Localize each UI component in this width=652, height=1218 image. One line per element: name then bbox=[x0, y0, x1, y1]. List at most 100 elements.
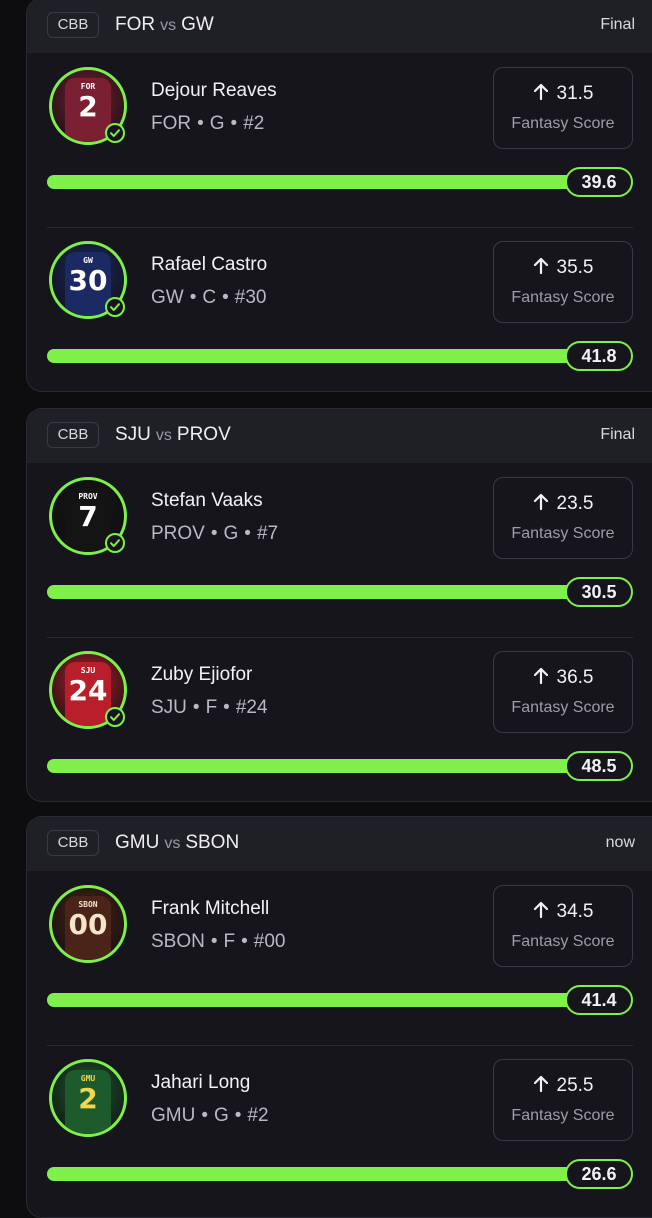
jersey-number: 7 bbox=[78, 500, 98, 533]
line-value: 36.5 bbox=[556, 667, 594, 688]
line-value: 23.5 bbox=[556, 493, 594, 514]
progress-fill bbox=[47, 175, 617, 189]
pick-results-screen: CBB FOR vs GW Final FOR 2 Dejour Reaves FOR • G • #2… bbox=[0, 0, 652, 1218]
arrow-up-icon bbox=[533, 493, 548, 511]
game-card[interactable]: CBB SJU vs PROV Final PROV 7 Stefan Vaaks PROV • G… bbox=[26, 408, 652, 802]
player-team: FOR bbox=[151, 113, 192, 134]
separator: • bbox=[241, 931, 248, 952]
player-number: #24 bbox=[235, 697, 268, 718]
vs-label: vs bbox=[155, 427, 172, 444]
team-b: SBON bbox=[185, 832, 240, 853]
actual-score-pill: 30.5 bbox=[565, 577, 633, 607]
player-number: #2 bbox=[247, 1105, 269, 1126]
line-value: 25.5 bbox=[556, 1075, 594, 1096]
actual-score-pill: 41.4 bbox=[565, 985, 633, 1015]
league-badge: CBB bbox=[47, 422, 99, 448]
stat-type-label: Fantasy Score bbox=[511, 525, 615, 542]
projection-box[interactable]: 35.5 Fantasy Score bbox=[493, 241, 633, 323]
projection-line: 23.5 bbox=[494, 492, 632, 516]
player-pick-row[interactable]: SBON 00 Frank Mitchell SBON • F • #00 34.5 Fantas… bbox=[27, 871, 652, 1045]
row-divider bbox=[47, 637, 633, 638]
player-team: GW bbox=[151, 287, 184, 308]
arrow-up-icon bbox=[533, 901, 548, 919]
player-team: SBON bbox=[151, 931, 205, 952]
progress-fill bbox=[47, 349, 617, 363]
stat-type-label: Fantasy Score bbox=[511, 699, 615, 716]
team-a: SJU bbox=[115, 424, 151, 445]
arrow-up-icon bbox=[533, 257, 548, 275]
player-position: F bbox=[205, 697, 218, 718]
player-position: G bbox=[209, 113, 225, 134]
projection-box[interactable]: 23.5 Fantasy Score bbox=[493, 477, 633, 559]
actual-score-pill: 26.6 bbox=[565, 1159, 633, 1189]
game-header: CBB GMU vs SBON now bbox=[27, 817, 652, 871]
actual-score-pill: 41.8 bbox=[565, 341, 633, 371]
league-badge: CBB bbox=[47, 12, 99, 38]
jersey-icon: SBON 00 bbox=[65, 896, 111, 960]
game-header: CBB SJU vs PROV Final bbox=[27, 409, 652, 463]
player-meta: PROV • G • #7 bbox=[151, 522, 278, 546]
player-pick-row[interactable]: GW 30 Rafael Castro GW • C • #30 35.5 Fantasy Sco… bbox=[27, 227, 652, 391]
separator: • bbox=[192, 697, 200, 718]
progress-fill bbox=[47, 585, 617, 599]
projection-box[interactable]: 36.5 Fantasy Score bbox=[493, 651, 633, 733]
jersey-number: 30 bbox=[68, 264, 108, 297]
jersey-number: 00 bbox=[68, 908, 108, 941]
progress-fill bbox=[47, 993, 617, 1007]
checkmark-icon bbox=[105, 123, 125, 143]
game-card[interactable]: CBB FOR vs GW Final FOR 2 Dejour Reaves FOR • G • #2… bbox=[26, 0, 652, 392]
projection-box[interactable]: 34.5 Fantasy Score bbox=[493, 885, 633, 967]
line-value: 35.5 bbox=[556, 257, 594, 278]
player-name[interactable]: Rafael Castro bbox=[151, 253, 267, 277]
matchup-title: FOR vs GW bbox=[115, 12, 214, 39]
player-pick-row[interactable]: PROV 7 Stefan Vaaks PROV • G • #7 23.5 Fantasy Sc… bbox=[27, 463, 652, 637]
separator: • bbox=[223, 697, 230, 718]
team-a: GMU bbox=[115, 832, 160, 853]
player-number: #30 bbox=[234, 287, 267, 308]
team-b: PROV bbox=[176, 424, 231, 445]
player-meta: GMU • G • #2 bbox=[151, 1104, 269, 1128]
stat-type-label: Fantasy Score bbox=[511, 933, 615, 950]
progress-track bbox=[47, 585, 617, 599]
player-pick-row[interactable]: SJU 24 Zuby Ejiofor SJU • F • #24 36.5 Fantasy Sc… bbox=[27, 637, 652, 801]
separator: • bbox=[189, 287, 197, 308]
matchup-title: SJU vs PROV bbox=[115, 422, 231, 449]
projection-box[interactable]: 25.5 Fantasy Score bbox=[493, 1059, 633, 1141]
game-status: Final bbox=[600, 426, 635, 443]
jersey-number: 24 bbox=[68, 674, 108, 707]
projection-line: 35.5 bbox=[494, 256, 632, 280]
separator: • bbox=[201, 1105, 208, 1126]
separator: • bbox=[244, 523, 251, 544]
jersey-number: 2 bbox=[78, 1082, 98, 1115]
stat-type-label: Fantasy Score bbox=[511, 1107, 615, 1124]
player-avatar: GMU 2 bbox=[49, 1059, 127, 1137]
matchup-title: GMU vs SBON bbox=[115, 830, 239, 857]
vs-label: vs bbox=[164, 835, 181, 852]
game-card[interactable]: CBB GMU vs SBON now SBON 00 Frank Mitchell SBON •… bbox=[26, 816, 652, 1218]
player-team: PROV bbox=[151, 523, 205, 544]
jersey-icon: GMU 2 bbox=[65, 1070, 111, 1134]
row-divider bbox=[47, 1045, 633, 1046]
separator: • bbox=[197, 113, 204, 134]
player-team: GMU bbox=[151, 1105, 196, 1126]
line-value: 34.5 bbox=[556, 901, 594, 922]
projection-box[interactable]: 31.5 Fantasy Score bbox=[493, 67, 633, 149]
player-name[interactable]: Dejour Reaves bbox=[151, 79, 277, 103]
projection-line: 25.5 bbox=[494, 1074, 632, 1098]
player-pick-row[interactable]: FOR 2 Dejour Reaves FOR • G • #2 31.5 Fantasy Sco… bbox=[27, 53, 652, 227]
progress-fill bbox=[47, 759, 617, 773]
player-name[interactable]: Frank Mitchell bbox=[151, 897, 269, 921]
player-pick-row[interactable]: GMU 2 Jahari Long GMU • G • #2 25.5 Fantasy Score… bbox=[27, 1045, 652, 1217]
actual-score-pill: 48.5 bbox=[565, 751, 633, 781]
player-name[interactable]: Jahari Long bbox=[151, 1071, 250, 1095]
player-avatar: SBON 00 bbox=[49, 885, 127, 963]
game-header: CBB FOR vs GW Final bbox=[27, 0, 652, 53]
player-name[interactable]: Zuby Ejiofor bbox=[151, 663, 252, 687]
separator: • bbox=[210, 523, 218, 544]
game-status: now bbox=[605, 834, 635, 851]
projection-line: 31.5 bbox=[494, 82, 632, 106]
player-meta: GW • C • #30 bbox=[151, 286, 266, 310]
row-divider bbox=[47, 227, 633, 228]
player-name[interactable]: Stefan Vaaks bbox=[151, 489, 263, 513]
player-position: G bbox=[223, 523, 239, 544]
